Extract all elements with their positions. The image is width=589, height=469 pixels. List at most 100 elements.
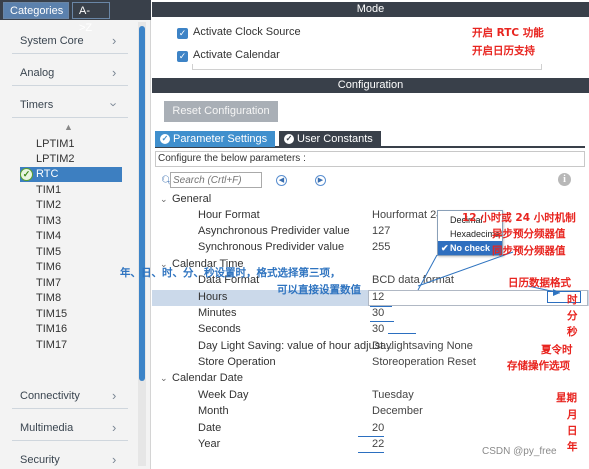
category-connectivity[interactable]: Connectivity › [0, 385, 134, 409]
annotation-rtc: 开启 RTC 功能 [472, 27, 544, 39]
annotation-hour: 时 [567, 294, 578, 306]
param-name: Month [198, 405, 229, 417]
group-general[interactable]: ⌄ General [160, 193, 211, 209]
annotation-set-time: 年、日、时、分、秒设置时，格式选择第三项， [120, 267, 341, 279]
param-name: Minutes [198, 307, 237, 319]
param-value: 20 [372, 422, 385, 434]
param-value: 30 [372, 323, 385, 335]
sidebar-item-tim1[interactable]: TIM1 [36, 183, 122, 198]
annotation-day: 日 [567, 425, 578, 437]
chevron-right-icon: › [112, 33, 117, 48]
param-value: 127 [372, 225, 391, 237]
divider [12, 117, 128, 118]
param-name: Synchronous Predivider value [198, 241, 345, 253]
sidebar-item-tim2[interactable]: TIM2 [36, 198, 122, 213]
tab-a-to-z[interactable]: A->Z [72, 2, 110, 34]
param-hours[interactable]: Hours 12 [152, 290, 589, 306]
group-calendar-date[interactable]: ⌄ Calendar Date [160, 372, 243, 388]
next-match-icon[interactable]: ▶ [315, 175, 326, 186]
param-name: Store Operation [198, 356, 276, 368]
tab-parameter-settings[interactable]: ✓ Parameter Settings [155, 131, 275, 147]
sidebar-item-tim3[interactable]: TIM3 [36, 214, 122, 229]
annotation-minute: 分 [567, 310, 578, 322]
divider [12, 408, 128, 409]
annotation-data-format: 日历数据格式 [508, 277, 571, 289]
tab-user-constants[interactable]: ✓ User Constants [279, 131, 381, 147]
param-date[interactable]: Date 20 [152, 421, 589, 437]
mode-header: Mode [152, 2, 589, 17]
annotation-week: 星期 [556, 392, 577, 404]
check-icon: ✔ [441, 243, 449, 253]
check-circle-icon: ✓ [20, 168, 33, 181]
category-system-core[interactable]: System Core › [0, 30, 134, 54]
checkbox-checked-icon: ✓ [177, 28, 188, 39]
sidebar-scrollbar-thumb[interactable] [139, 26, 145, 381]
category-timers[interactable]: Timers › [0, 94, 134, 118]
checkbox-label: Activate Calendar [193, 49, 280, 61]
param-value: Storeoperation Reset [372, 356, 476, 368]
sidebar-item-lptim1[interactable]: LPTIM1 [36, 137, 122, 152]
param-name: Seconds [198, 323, 241, 335]
dropdown-option-label: No check [450, 243, 491, 253]
category-analog[interactable]: Analog › [0, 62, 134, 86]
checkbox-label: Activate Clock Source [193, 26, 301, 38]
sidebar-item-tim16[interactable]: TIM16 [36, 322, 122, 337]
sidebar-item-tim8[interactable]: TIM8 [36, 291, 122, 306]
reset-configuration-button[interactable]: Reset Configuration [164, 101, 278, 122]
sidebar-item-tim7[interactable]: TIM7 [36, 276, 122, 291]
annotation-month: 月 [567, 409, 578, 421]
annotation-dst: 夏令时 [541, 344, 573, 356]
category-label: Security [20, 454, 60, 466]
param-name: Week Day [198, 389, 249, 401]
check-circle-icon: ✓ [160, 134, 170, 144]
annotation-set-direct: 可以直接设置数值 [277, 284, 361, 296]
sidebar-item-tim4[interactable]: TIM4 [36, 229, 122, 244]
chevron-down-icon: ⌄ [160, 373, 168, 383]
sidebar-tabs: Categories A->Z [0, 0, 151, 34]
sidebar-item-tim5[interactable]: TIM5 [36, 245, 122, 260]
param-value: Tuesday [372, 389, 414, 401]
annotation-sync-div: 同步预分频器值 [492, 245, 566, 257]
config-tabs: ✓ Parameter Settings ✓ User Constants [155, 131, 585, 148]
sidebar-item-tim15[interactable]: TIM15 [36, 307, 122, 322]
sidebar-item-rtc[interactable]: ✓ RTC [20, 167, 122, 182]
annotation-hour-format: 12 小时或 24 小时机制 [462, 212, 576, 224]
category-multimedia[interactable]: Multimedia › [0, 417, 134, 441]
chevron-right-icon: › [112, 65, 117, 80]
category-sidebar: Categories A->Z System Core › Analog › T… [0, 0, 151, 469]
param-value: 12 [372, 291, 385, 303]
param-daylight-saving[interactable]: Day Light Saving: value of hour adjust..… [152, 339, 589, 355]
tab-label: Parameter Settings [173, 133, 268, 145]
search-input[interactable] [170, 172, 262, 188]
param-seconds[interactable]: Seconds 30 [152, 322, 589, 338]
sidebar-item-tim6[interactable]: TIM6 [36, 260, 122, 275]
annotation-second: 秒 [567, 326, 578, 338]
category-label: Multimedia [20, 422, 74, 434]
tab-categories[interactable]: Categories [3, 2, 69, 19]
param-name: Year [198, 438, 221, 450]
param-value: 30 [372, 307, 385, 319]
mode-field-outline [192, 64, 542, 70]
category-security[interactable]: Security › [0, 449, 134, 469]
sidebar-item-label: RTC [36, 168, 59, 180]
sidebar-item-lptim2[interactable]: LPTIM2 [36, 152, 122, 167]
param-name: Date [198, 422, 222, 434]
info-icon[interactable]: i [558, 173, 571, 186]
annotation-calendar: 开启日历支持 [472, 45, 535, 57]
param-month[interactable]: Month December [152, 404, 589, 420]
group-label: General [172, 193, 212, 205]
sidebar-item-tim17[interactable]: TIM17 [36, 338, 122, 353]
param-value: 22 [372, 438, 385, 450]
category-label: Timers [20, 99, 54, 111]
previous-match-icon[interactable]: ◀ [276, 175, 287, 186]
chevron-down-icon: › [106, 102, 122, 107]
config-intro-text: Configure the below parameters : [155, 151, 585, 167]
param-week-day[interactable]: Week Day Tuesday [152, 388, 589, 404]
param-minutes[interactable]: Minutes 30 [152, 306, 589, 322]
value-underline [358, 452, 384, 453]
chevron-right-icon: › [112, 452, 117, 467]
param-name: Day Light Saving: value of hour adjust..… [198, 340, 393, 352]
category-label: Connectivity [20, 390, 80, 402]
param-value: BCD data format [372, 274, 454, 286]
param-value: December [372, 405, 423, 417]
